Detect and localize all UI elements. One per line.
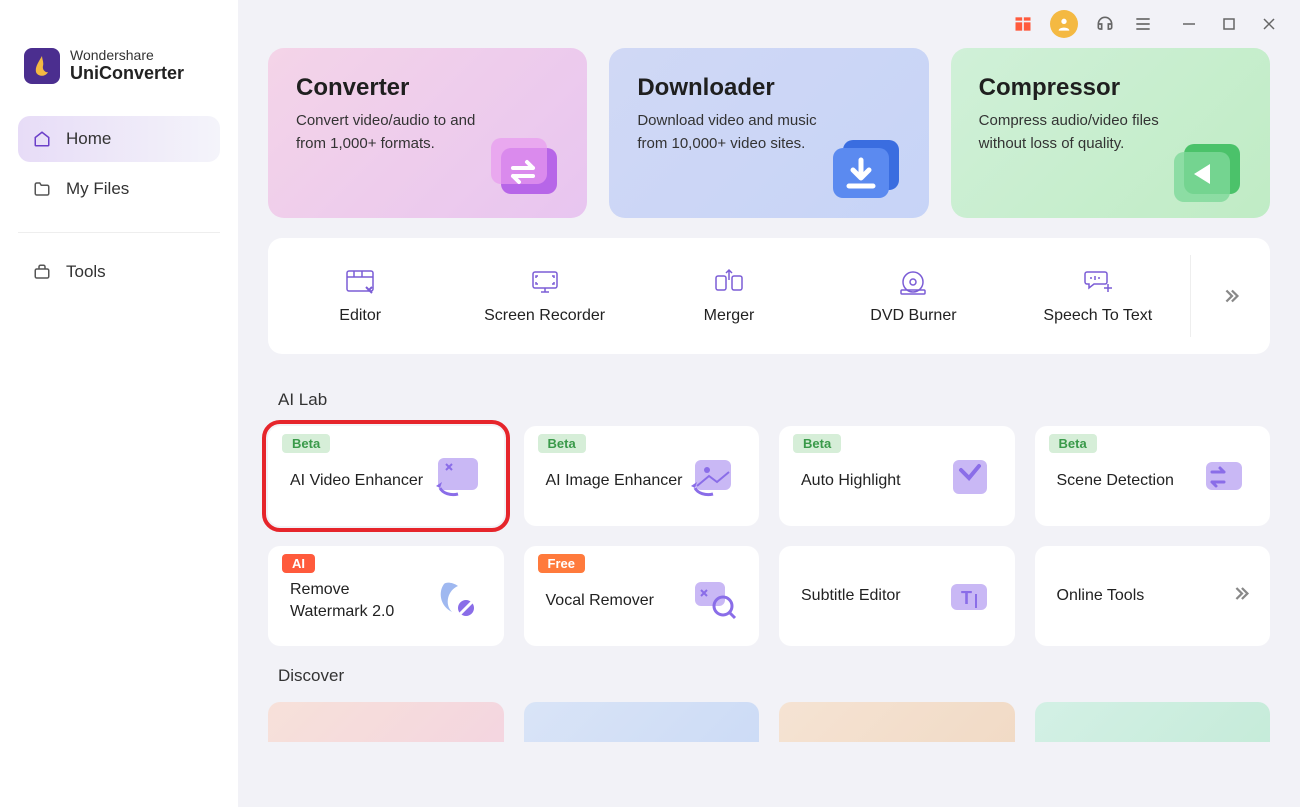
hero-converter[interactable]: Converter Convert video/audio to and fro… [268, 48, 587, 218]
window-controls [1178, 13, 1280, 35]
tool-label: Editor [339, 307, 381, 325]
gift-icon[interactable] [1012, 13, 1034, 35]
merger-icon [712, 267, 746, 297]
compressor-icon [1166, 128, 1254, 208]
brand-line2: UniConverter [70, 64, 184, 84]
support-icon[interactable] [1094, 13, 1116, 35]
svg-text:T: T [961, 588, 972, 608]
brand-text: Wondershare UniConverter [70, 48, 184, 83]
screen-recorder-icon [528, 267, 562, 297]
brand-logo: Wondershare UniConverter [18, 0, 220, 116]
badge-beta: Beta [1049, 434, 1097, 453]
hero-desc: Compress audio/video files without loss … [979, 110, 1179, 155]
card-ai-video-enhancer[interactable]: Beta AI Video Enhancer [268, 426, 504, 526]
card-online-tools[interactable]: Online Tools [1035, 546, 1271, 646]
discover-item[interactable] [524, 702, 760, 742]
sidebar: Wondershare UniConverter Home My Files T… [0, 0, 238, 807]
downloader-icon [825, 128, 913, 208]
tool-label: Merger [704, 307, 755, 325]
sidebar-item-label: Home [66, 129, 111, 149]
card-label: Scene Detection [1057, 460, 1195, 492]
hero-desc: Download video and music from 10,000+ vi… [637, 110, 837, 155]
card-remove-watermark[interactable]: AI Remove Watermark 2.0 [268, 546, 504, 646]
ailab-grid: Beta AI Video Enhancer Beta AI Image Enh… [268, 426, 1270, 646]
tool-label: Speech To Text [1043, 307, 1152, 325]
dvd-burner-icon [896, 267, 930, 297]
sidebar-item-label: My Files [66, 179, 129, 199]
tool-label: Screen Recorder [484, 307, 605, 325]
hero-title: Compressor [979, 74, 1242, 102]
toolbox-icon [32, 262, 52, 282]
tool-editor[interactable]: Editor [268, 238, 452, 354]
folder-icon [32, 179, 52, 199]
tools-next-button[interactable] [1190, 255, 1270, 336]
chevron-right-icon [1230, 583, 1252, 610]
card-label: Remove Watermark 2.0 [290, 569, 428, 622]
close-button[interactable] [1258, 13, 1280, 35]
hero-desc: Convert video/audio to and from 1,000+ f… [296, 110, 496, 155]
card-label: Vocal Remover [546, 580, 684, 612]
card-subtitle-editor[interactable]: Subtitle Editor T [779, 546, 1015, 646]
minimize-button[interactable] [1178, 13, 1200, 35]
card-label: Auto Highlight [801, 460, 939, 492]
hero-title: Converter [296, 74, 559, 102]
card-vocal-remover[interactable]: Free Vocal Remover [524, 546, 760, 646]
discover-item[interactable] [779, 702, 1015, 742]
card-label: AI Image Enhancer [546, 460, 684, 492]
menu-icon[interactable] [1132, 13, 1154, 35]
card-label: Online Tools [1057, 585, 1253, 607]
vocal-remover-icon [683, 570, 741, 622]
badge-ai: AI [282, 554, 315, 573]
tool-merger[interactable]: Merger [637, 238, 821, 354]
home-icon [32, 129, 52, 149]
sidebar-item-label: Tools [66, 262, 106, 282]
logo-icon [24, 48, 60, 84]
card-auto-highlight[interactable]: Beta Auto Highlight [779, 426, 1015, 526]
badge-free: Free [538, 554, 585, 573]
hero-downloader[interactable]: Downloader Download video and music from… [609, 48, 928, 218]
tool-speechtotext[interactable]: Speech To Text [1006, 238, 1190, 354]
brand-line1: Wondershare [70, 48, 184, 63]
card-label: AI Video Enhancer [290, 460, 428, 492]
converter-icon [483, 128, 571, 208]
hero-title: Downloader [637, 74, 900, 102]
badge-beta: Beta [538, 434, 586, 453]
badge-beta: Beta [793, 434, 841, 453]
scene-detection-icon [1194, 450, 1252, 502]
maximize-button[interactable] [1218, 13, 1240, 35]
hero-row: Converter Convert video/audio to and fro… [268, 48, 1270, 218]
section-title-ailab: AI Lab [278, 390, 1270, 410]
sidebar-item-tools[interactable]: Tools [18, 249, 220, 295]
discover-row [268, 702, 1270, 742]
main-content: Converter Convert video/audio to and fro… [238, 0, 1300, 807]
tool-label: DVD Burner [870, 307, 956, 325]
subtitle-editor-icon: T [939, 570, 997, 622]
card-ai-image-enhancer[interactable]: Beta AI Image Enhancer [524, 426, 760, 526]
editor-icon [343, 267, 377, 297]
badge-beta: Beta [282, 434, 330, 453]
card-label: Subtitle Editor [801, 585, 939, 607]
tool-screenrecorder[interactable]: Screen Recorder [452, 238, 636, 354]
avatar[interactable] [1050, 10, 1078, 38]
speech-to-text-icon [1081, 267, 1115, 297]
tool-dvdburner[interactable]: DVD Burner [821, 238, 1005, 354]
remove-watermark-icon [428, 570, 486, 622]
image-enhancer-icon [683, 450, 741, 502]
tools-row: Editor Screen Recorder Merger DVD Burner… [268, 238, 1270, 354]
sidebar-item-home[interactable]: Home [18, 116, 220, 162]
card-scene-detection[interactable]: Beta Scene Detection [1035, 426, 1271, 526]
discover-item[interactable] [1035, 702, 1271, 742]
discover-item[interactable] [268, 702, 504, 742]
app-window: Wondershare UniConverter Home My Files T… [0, 0, 1300, 807]
auto-highlight-icon [939, 450, 997, 502]
video-enhancer-icon [428, 450, 486, 502]
hero-compressor[interactable]: Compressor Compress audio/video files wi… [951, 48, 1270, 218]
titlebar [992, 0, 1300, 48]
sidebar-item-myfiles[interactable]: My Files [18, 166, 220, 212]
sidebar-divider [18, 232, 220, 233]
section-title-discover: Discover [278, 666, 1270, 686]
